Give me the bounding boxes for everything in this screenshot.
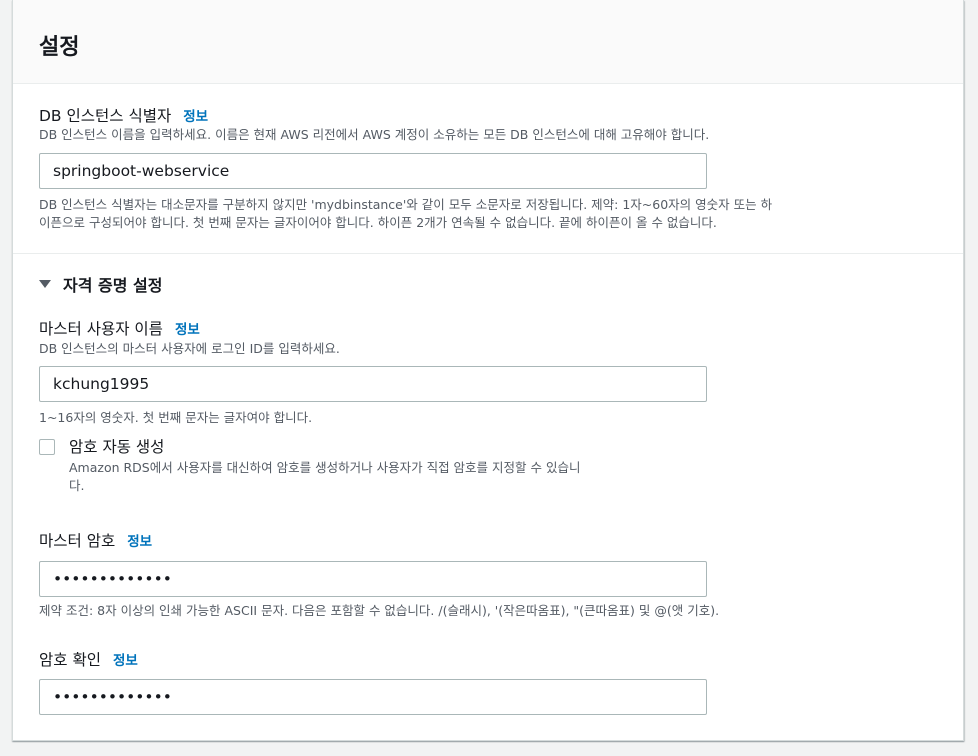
master-password-info-link[interactable]: 정보 <box>127 534 152 550</box>
panel-title: 설정 <box>39 35 80 60</box>
master-username-info-link[interactable]: 정보 <box>175 322 200 338</box>
db-identifier-description: DB 인스턴스 이름을 입력하세요. 이름은 현재 AWS 리전에서 AWS 계… <box>39 127 710 142</box>
confirm-password-input[interactable]: ••••••••••••• <box>39 679 707 715</box>
panel-header: 설정 <box>13 0 963 84</box>
auto-password-description-line1: Amazon RDS에서 사용자를 대신하여 암호를 생성하거나 사용자가 직접… <box>69 460 581 475</box>
confirm-password-label-row: 암호 확인 정보 <box>39 648 138 670</box>
master-password-input[interactable]: ••••••••••••• <box>39 561 707 597</box>
auto-password-checkbox[interactable] <box>39 439 55 455</box>
auto-password-description-line2: 다. <box>69 478 85 493</box>
caret-down-icon <box>39 280 51 288</box>
master-username-label: 마스터 사용자 이름 <box>39 320 163 338</box>
section-divider <box>13 253 963 254</box>
db-identifier-label-row: DB 인스턴스 식별자 정보 <box>39 104 208 126</box>
db-identifier-input[interactable]: springboot-webservice <box>39 153 707 189</box>
auto-password-label[interactable]: 암호 자동 생성 <box>69 435 164 457</box>
db-identifier-label: DB 인스턴스 식별자 <box>39 107 172 125</box>
master-username-input[interactable]: kchung1995 <box>39 366 707 402</box>
master-password-constraint: 제약 조건: 8자 이상의 인쇄 가능한 ASCII 문자. 다음은 포함할 수… <box>39 603 720 618</box>
credentials-section-toggle[interactable]: 자격 증명 설정 <box>39 272 162 296</box>
master-username-label-row: 마스터 사용자 이름 정보 <box>39 317 200 339</box>
db-identifier-info-link[interactable]: 정보 <box>183 109 208 125</box>
db-identifier-constraint-line2: 이픈으로 구성되어야 합니다. 첫 번째 문자는 글자이어야 합니다. 하이픈 … <box>39 215 717 230</box>
confirm-password-info-link[interactable]: 정보 <box>113 653 138 669</box>
master-password-label: 마스터 암호 <box>39 532 116 550</box>
credentials-section-heading: 자격 증명 설정 <box>63 276 163 295</box>
master-password-label-row: 마스터 암호 정보 <box>39 529 152 551</box>
master-username-description: DB 인스턴스의 마스터 사용자에 로그인 ID를 입력하세요. <box>39 341 340 356</box>
master-username-constraint: 1~16자의 영숫자. 첫 번째 문자는 글자여야 합니다. <box>39 410 313 425</box>
db-identifier-constraint-line1: DB 인스턴스 식별자는 대소문자를 구분하지 않지만 'mydbinstanc… <box>39 197 773 212</box>
confirm-password-label: 암호 확인 <box>39 651 101 669</box>
settings-panel: 설정 DB 인스턴스 식별자 정보 DB 인스턴스 이름을 입력하세요. 이름은 … <box>12 0 964 741</box>
